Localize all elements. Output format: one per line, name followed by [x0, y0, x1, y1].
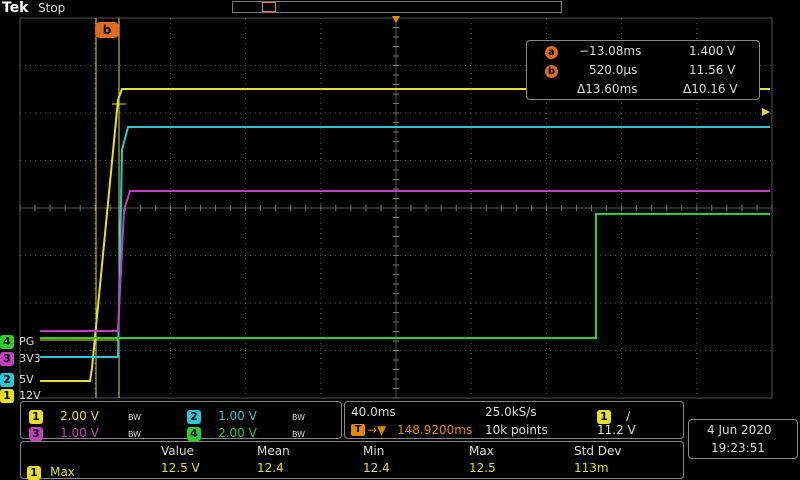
cursor-a-time: −13.08ms — [579, 44, 642, 58]
meas-channel-chip: 1 — [27, 466, 41, 480]
cursor-b-tag-letter: b — [102, 23, 112, 37]
ch4-vertical[interactable]: 4 2.00 V BW — [187, 422, 305, 441]
trigger-slope-icon: ∕ — [626, 409, 631, 423]
meas-max: 12.5 — [469, 461, 496, 475]
cursor-readout-panel[interactable]: a −13.08ms 1.400 V b 520.0µs 11.56 V Δ13… — [526, 40, 760, 100]
cursor-delta-time: Δ13.60ms — [577, 82, 638, 96]
ch2-bw-icon: BW — [291, 413, 306, 422]
ch4-bw-icon: BW — [291, 430, 306, 439]
trigger-position-arrow-icon: →▼ — [367, 423, 387, 437]
ch1-scale: 2.00 V — [60, 409, 99, 423]
meas-name: Max — [50, 465, 75, 479]
trigger-source-chip: 1 — [597, 410, 611, 424]
vertical-settings-panel[interactable]: 1 2.00 V BW 2 1.00 V BW 3 1.00 V BW 4 2.… — [20, 401, 342, 441]
ch3-waveform — [40, 190, 770, 332]
cursor-a-icon: a — [545, 46, 558, 59]
ch2-scale: 1.00 V — [218, 409, 257, 423]
meas-stddev: 113m — [574, 461, 609, 475]
cursor-a-volt: 1.400 V — [689, 44, 736, 58]
ch3-scale: 1.00 V — [60, 426, 99, 440]
time-text: 19:23:51 — [711, 441, 765, 455]
ch3-label[interactable]: 3 3V3 — [0, 347, 41, 366]
meas-value: 12.5 V — [161, 461, 200, 475]
cursor-b-icon: b — [545, 65, 558, 78]
horizontal-settings-panel[interactable]: 40.0ms 25.0kS/s T →▼ 148.9200ms 10k poin… — [344, 401, 684, 439]
ch1-bw-icon: BW — [127, 413, 142, 422]
date-text: 4 Jun 2020 — [707, 423, 772, 437]
meas-header-min: Min — [363, 444, 385, 458]
cursor-delta-volt: Δ10.16 V — [683, 82, 738, 96]
trigger-level-marker — [762, 108, 770, 116]
ch3-vertical-chip: 3 — [29, 427, 43, 441]
ch4-scale: 2.00 V — [218, 426, 257, 440]
meas-min: 12.4 — [363, 461, 390, 475]
cursor-b-time: 520.0µs — [589, 63, 638, 77]
trigger-level: 11.2 V — [597, 423, 636, 437]
cursor-b-volt: 11.56 V — [689, 63, 736, 77]
meas-header-stddev: Std Dev — [574, 444, 622, 458]
ch4-vertical-chip: 4 — [187, 427, 201, 441]
trigger-position-marker — [392, 16, 400, 23]
meas-row[interactable]: 1 Max — [27, 461, 75, 480]
ch4-waveform — [40, 213, 770, 339]
trigger-tag-icon: T — [351, 424, 365, 436]
measurement-panel[interactable]: Value Mean Min Max Std Dev 1 Max 12.5 V … — [20, 441, 684, 480]
cursor-b-row: b — [545, 63, 558, 78]
meas-header-max: Max — [469, 444, 494, 458]
ch3-bw-icon: BW — [127, 430, 142, 439]
ch1-marker: 1 — [0, 389, 14, 403]
datetime-panel: 4 Jun 2020 19:23:51 — [688, 419, 798, 459]
ch3-label-text: 3V3 — [19, 352, 41, 365]
record-length: 10k points — [485, 423, 548, 437]
sample-rate: 25.0kS/s — [485, 405, 537, 419]
trigger-source[interactable]: 1 ∕ — [597, 405, 630, 424]
ch3-marker: 3 — [0, 352, 14, 366]
ch2-waveform — [40, 126, 770, 358]
cursor-a-row: a — [545, 44, 558, 59]
meas-header-value: Value — [161, 444, 194, 458]
trigger-position: 148.9200ms — [397, 423, 473, 437]
cursor-b-tag[interactable]: b — [95, 22, 119, 38]
meas-header-mean: Mean — [257, 444, 290, 458]
timebase: 40.0ms — [351, 405, 396, 419]
meas-mean: 12.4 — [257, 461, 284, 475]
ch3-vertical[interactable]: 3 1.00 V BW — [29, 422, 141, 441]
